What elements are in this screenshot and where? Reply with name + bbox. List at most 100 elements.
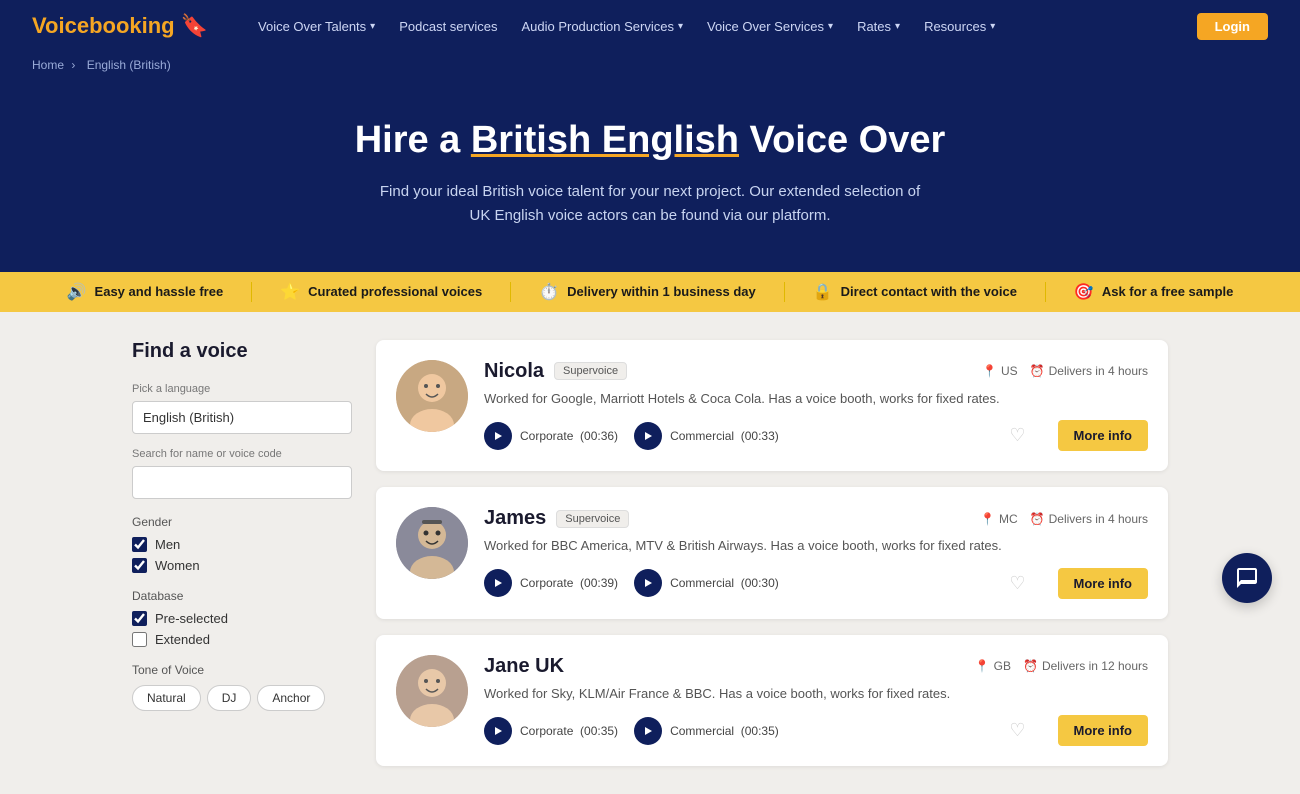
database-extended-label: Extended <box>155 632 210 647</box>
play-corporate-james[interactable] <box>484 569 512 597</box>
logo-text: Voicebooking <box>32 13 175 39</box>
voice-name-jane: Jane UK <box>484 655 564 678</box>
play-commercial-james[interactable] <box>634 569 662 597</box>
easy-icon: 🔊 <box>67 282 87 302</box>
voice-name-nicola: Nicola <box>484 360 544 383</box>
gender-men-label: Men <box>155 537 180 552</box>
main-content: Find a voice Pick a language English (Br… <box>100 312 1200 794</box>
chevron-icon: ▾ <box>828 21 833 32</box>
feature-curated: ⭐ Curated professional voices <box>252 282 511 302</box>
tone-dj-button[interactable]: DJ <box>207 685 252 711</box>
gender-women-checkbox[interactable]: Women <box>132 558 352 573</box>
gender-label: Gender <box>132 515 352 529</box>
breadcrumb-home[interactable]: Home <box>32 58 64 72</box>
nav-rates[interactable]: Rates ▾ <box>847 13 910 40</box>
supervoice-badge-james: Supervoice <box>556 510 629 528</box>
delivery-badge-jane: ⏰ Delivers in 12 hours <box>1023 659 1148 673</box>
database-preselected-checkbox[interactable]: Pre-selected <box>132 611 352 626</box>
audio-corporate-james: Corporate (00:39) <box>484 569 618 597</box>
nav-voice-over-services[interactable]: Voice Over Services ▾ <box>697 13 843 40</box>
audio-corporate-nicola: Corporate (00:36) <box>484 422 618 450</box>
feature-curated-label: Curated professional voices <box>308 284 482 299</box>
feature-delivery-label: Delivery within 1 business day <box>567 284 756 299</box>
audio-commercial-label-nicola: Commercial (00:33) <box>670 429 779 443</box>
location-icon: 📍 <box>982 364 997 378</box>
curated-icon: ⭐ <box>280 282 300 302</box>
logo-emoji: 🔖 <box>181 13 208 39</box>
voice-desc-jane: Worked for Sky, KLM/Air France & BBC. Ha… <box>484 684 1148 704</box>
meta-badges-james: 📍 MC ⏰ Delivers in 4 hours <box>980 512 1148 526</box>
gender-women-input[interactable] <box>132 558 147 573</box>
feature-contact: 🔒 Direct contact with the voice <box>785 282 1046 302</box>
database-extended-checkbox[interactable]: Extended <box>132 632 352 647</box>
favorite-james[interactable]: ♡ <box>1001 573 1033 594</box>
voice-name-row-james: James Supervoice 📍 MC ⏰ Delivers in 4 ho… <box>484 507 1148 530</box>
tone-buttons: Natural DJ Anchor <box>132 685 352 711</box>
logo[interactable]: Voicebooking 🔖 <box>32 13 208 39</box>
feature-sample: 🎯 Ask for a free sample <box>1046 282 1261 302</box>
login-button[interactable]: Login <box>1197 13 1268 40</box>
delivery-icon: ⏱️ <box>539 282 559 302</box>
voice-card-jane: Jane UK 📍 GB ⏰ Delivers in 12 hours Work… <box>376 635 1168 767</box>
search-filter-label: Search for name or voice code <box>132 448 352 460</box>
avatar-jane <box>396 655 468 727</box>
audio-commercial-label-jane: Commercial (00:35) <box>670 724 779 738</box>
gender-men-checkbox[interactable]: Men <box>132 537 352 552</box>
avatar-nicola <box>396 360 468 432</box>
voice-info-james: James Supervoice 📍 MC ⏰ Delivers in 4 ho… <box>484 507 1148 599</box>
clock-icon: ⏰ <box>1030 364 1045 378</box>
chat-bubble[interactable] <box>1222 553 1272 603</box>
feature-delivery: ⏱️ Delivery within 1 business day <box>511 282 785 302</box>
audio-row-nicola: Corporate (00:36) Commercial (00:33) ♡ M… <box>484 420 1148 451</box>
database-extended-input[interactable] <box>132 632 147 647</box>
meta-badges-nicola: 📍 US ⏰ Delivers in 4 hours <box>982 364 1148 378</box>
gender-men-input[interactable] <box>132 537 147 552</box>
avatar-james <box>396 507 468 579</box>
play-corporate-jane[interactable] <box>484 717 512 745</box>
voice-name-row-jane: Jane UK 📍 GB ⏰ Delivers in 12 hours <box>484 655 1148 678</box>
favorite-nicola[interactable]: ♡ <box>1001 425 1033 446</box>
audio-commercial-nicola: Commercial (00:33) <box>634 422 779 450</box>
nav-voice-over-talents[interactable]: Voice Over Talents ▾ <box>248 13 385 40</box>
language-select[interactable]: English (British) <box>132 401 352 434</box>
database-preselected-input[interactable] <box>132 611 147 626</box>
play-commercial-jane[interactable] <box>634 717 662 745</box>
supervoice-badge-nicola: Supervoice <box>554 362 627 380</box>
chevron-icon: ▾ <box>678 21 683 32</box>
contact-icon: 🔒 <box>813 282 833 302</box>
nav-resources[interactable]: Resources ▾ <box>914 13 1005 40</box>
database-preselected-label: Pre-selected <box>155 611 228 626</box>
voice-info-jane: Jane UK 📍 GB ⏰ Delivers in 12 hours Work… <box>484 655 1148 747</box>
tone-anchor-button[interactable]: Anchor <box>257 685 325 711</box>
voice-name-row-nicola: Nicola Supervoice 📍 US ⏰ Delivers in 4 h… <box>484 360 1148 383</box>
feature-easy-label: Easy and hassle free <box>95 284 224 299</box>
nav-podcast-services[interactable]: Podcast services <box>389 13 507 40</box>
voice-search-input[interactable] <box>132 466 352 499</box>
sidebar: Find a voice Pick a language English (Br… <box>132 340 352 767</box>
hero-subtitle: Find your ideal British voice talent for… <box>370 180 930 228</box>
nav-audio-production[interactable]: Audio Production Services ▾ <box>511 13 693 40</box>
more-info-nicola[interactable]: More info <box>1058 420 1149 451</box>
language-filter-label: Pick a language <box>132 383 352 395</box>
voice-desc-james: Worked for BBC America, MTV & British Ai… <box>484 536 1148 556</box>
play-commercial-nicola[interactable] <box>634 422 662 450</box>
more-info-james[interactable]: More info <box>1058 568 1149 599</box>
chevron-icon: ▾ <box>895 21 900 32</box>
audio-row-jane: Corporate (00:35) Commercial (00:35) ♡ M… <box>484 715 1148 746</box>
country-badge-james: 📍 MC <box>980 512 1018 526</box>
chevron-icon: ▾ <box>370 21 375 32</box>
play-corporate-nicola[interactable] <box>484 422 512 450</box>
meta-badges-jane: 📍 GB ⏰ Delivers in 12 hours <box>975 659 1148 673</box>
tone-natural-button[interactable]: Natural <box>132 685 201 711</box>
more-info-jane[interactable]: More info <box>1058 715 1149 746</box>
audio-corporate-jane: Corporate (00:35) <box>484 717 618 745</box>
breadcrumb: Home › English (British) <box>0 52 1300 82</box>
clock-icon: ⏰ <box>1023 659 1038 673</box>
hero-section: Hire a British English Voice Over Find y… <box>0 82 1300 272</box>
favorite-jane[interactable]: ♡ <box>1001 720 1033 741</box>
sample-icon: 🎯 <box>1074 282 1094 302</box>
audio-commercial-jane: Commercial (00:35) <box>634 717 779 745</box>
country-badge-jane: 📍 GB <box>975 659 1011 673</box>
country-badge-nicola: 📍 US <box>982 364 1018 378</box>
hero-title: Hire a British English Voice Over <box>20 118 1280 164</box>
